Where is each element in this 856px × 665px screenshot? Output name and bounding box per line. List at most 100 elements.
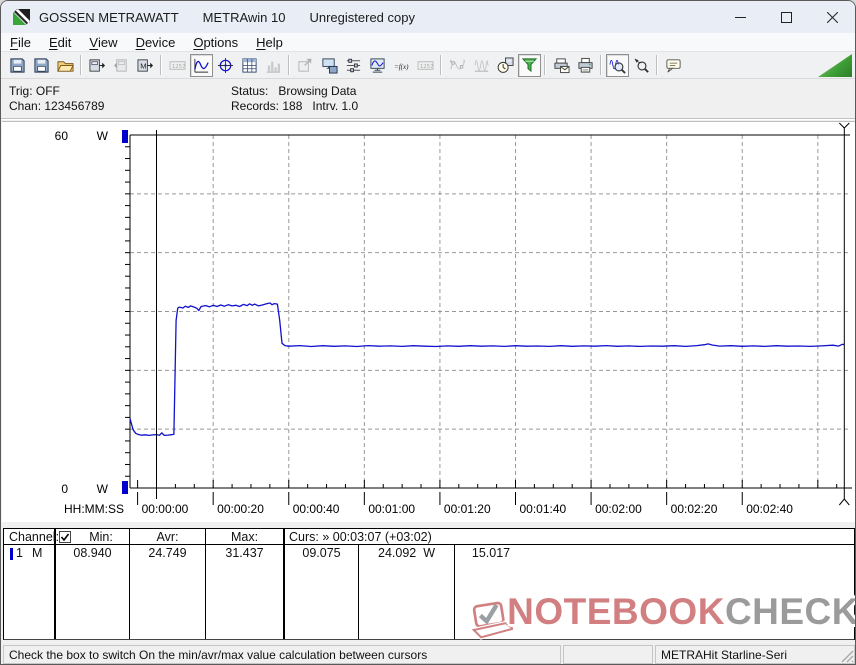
acquisition-status-panel: Trig: OFF Chan: 123456789 Status: Browsi… xyxy=(1,80,855,119)
formula-icon xyxy=(393,57,410,74)
numeric-display-icon xyxy=(169,57,186,74)
time-settings-icon xyxy=(497,57,514,74)
chart-view-button[interactable] xyxy=(189,53,213,77)
device-memory-button[interactable] xyxy=(134,54,157,77)
print-preview-button[interactable] xyxy=(550,54,573,77)
x-tick-label: 00:00:00 xyxy=(142,502,189,516)
save-config-icon xyxy=(321,57,338,74)
device-config-button xyxy=(414,54,437,77)
menu-bar: File Edit View Device Options Help xyxy=(1,33,855,52)
monitor-settings-button[interactable] xyxy=(366,54,389,77)
open-file-icon xyxy=(57,57,74,74)
send-device-icon xyxy=(113,57,130,74)
digital-wave-icon xyxy=(473,57,490,74)
col-header-max: Max: xyxy=(230,530,259,544)
channel-mode: M xyxy=(32,546,43,560)
col-header-min: Min: xyxy=(89,530,113,544)
print-button[interactable] xyxy=(574,54,597,77)
cursor-2-bottom-handle[interactable] xyxy=(838,498,850,506)
zoom-time-icon xyxy=(609,57,626,74)
statusbar-device: METRAHit Starline-Seri xyxy=(655,645,855,664)
toolbar-separator xyxy=(656,55,658,75)
menu-item-view[interactable]: View xyxy=(80,33,126,51)
save-config-button[interactable] xyxy=(318,54,341,77)
chart-panel: HH:MM:SS 00:00:00 00:00:20 00:00:40 00:01:00… xyxy=(2,121,856,523)
channel-number[interactable]: 1 xyxy=(16,546,23,560)
x-tick-label: 00:02:00 xyxy=(595,502,642,516)
value-max: 31.437 xyxy=(225,546,264,560)
app-logo-icon xyxy=(13,9,30,25)
col-header-cursors: Curs: » 00:03:07 (+03:02) xyxy=(289,530,432,544)
save-file-button[interactable] xyxy=(6,54,29,77)
chart-line-channel-1-power-W xyxy=(129,302,845,437)
channel-settings-button[interactable] xyxy=(342,54,365,77)
y-tick-label: 0 xyxy=(61,482,68,496)
open-file-button[interactable] xyxy=(54,54,77,77)
value-cursor2: 24.092 W xyxy=(378,546,435,560)
records-interval: Records: 188 Intrv. 1.0 xyxy=(231,99,359,113)
power-time-chart[interactable]: HH:MM:SS 00:00:00 00:00:20 00:00:40 00:01:00… xyxy=(2,122,856,523)
table-view-icon xyxy=(241,57,258,74)
y-unit-label: W xyxy=(97,129,109,143)
channel-axis-marker-bottom xyxy=(122,481,128,494)
trigger-icon xyxy=(521,57,538,74)
close-button[interactable] xyxy=(809,1,855,33)
menu-item-options[interactable]: Options xyxy=(184,33,247,51)
send-device-button xyxy=(110,54,133,77)
formula-button[interactable] xyxy=(390,54,413,77)
minimize-button[interactable] xyxy=(717,1,763,33)
menu-item-device[interactable]: Device xyxy=(127,33,185,51)
trigger-status: Trig: OFF xyxy=(9,84,60,98)
read-device-button[interactable] xyxy=(86,54,109,77)
table-view-button[interactable] xyxy=(238,54,261,77)
cursor-2-top-handle[interactable] xyxy=(838,122,850,135)
value-avr: 24.749 xyxy=(148,546,187,560)
y-unit-label: W xyxy=(97,482,109,496)
channel-list: Chan: 123456789 xyxy=(9,99,105,113)
save-channels-button[interactable] xyxy=(30,54,53,77)
statusbar-middle xyxy=(563,645,653,664)
toolbar-separator xyxy=(288,55,290,75)
maximize-button[interactable] xyxy=(763,1,809,33)
x-tick-label: 00:02:40 xyxy=(746,502,793,516)
x-axis-unit-label: HH:MM:SS xyxy=(64,502,124,516)
browse-status: Status: Browsing Data xyxy=(231,84,357,98)
resize-grip[interactable] xyxy=(839,647,854,663)
print-icon xyxy=(577,57,594,74)
statistics-view-button xyxy=(262,54,285,77)
channel-1-color-marker xyxy=(10,548,13,560)
x-tick-label: 00:02:20 xyxy=(671,502,718,516)
col-header-channel: Channel: xyxy=(9,530,60,544)
annotation-button[interactable] xyxy=(662,54,685,77)
minmax-checkbox[interactable] xyxy=(59,531,71,543)
menu-item-help[interactable]: Help xyxy=(247,33,292,51)
menu-item-edit[interactable]: Edit xyxy=(40,33,80,51)
device-config-icon xyxy=(417,57,434,74)
time-settings-button[interactable] xyxy=(494,54,517,77)
monitor-settings-icon xyxy=(369,57,386,74)
zoom-time-button[interactable] xyxy=(605,53,629,77)
menu-item-file[interactable]: File xyxy=(1,33,40,51)
toolbar-separator xyxy=(80,55,82,75)
value-cursor1: 09.075 xyxy=(302,546,341,560)
export-window-icon xyxy=(297,57,314,74)
digital-wave-button xyxy=(470,54,493,77)
col-header-avr: Avr: xyxy=(156,530,179,544)
metrawin-window: GOSSEN METRAWATT METRAwin 10 Unregistere… xyxy=(0,0,856,665)
analog-wave-icon xyxy=(449,57,466,74)
toolbar-separator xyxy=(544,55,546,75)
title-bar: GOSSEN METRAWATT METRAwin 10 Unregistere… xyxy=(1,1,855,33)
window-title-app: GOSSEN METRAWATT xyxy=(39,9,179,25)
toolbar-separator xyxy=(440,55,442,75)
statusbar-hint: Check the box to switch On the min/avr/m… xyxy=(3,645,561,664)
channel-axis-marker-top xyxy=(122,130,128,143)
zoom-value-button[interactable] xyxy=(630,54,653,77)
numeric-display-button xyxy=(166,54,189,77)
toolbar xyxy=(1,52,855,79)
trigger-button[interactable] xyxy=(517,53,541,77)
cursor-view-button[interactable] xyxy=(214,54,237,77)
x-tick-label: 00:01:40 xyxy=(520,502,567,516)
x-tick-label: 00:01:20 xyxy=(444,502,491,516)
device-memory-icon xyxy=(137,57,154,74)
window-title-program: METRAwin 10 xyxy=(202,9,286,25)
